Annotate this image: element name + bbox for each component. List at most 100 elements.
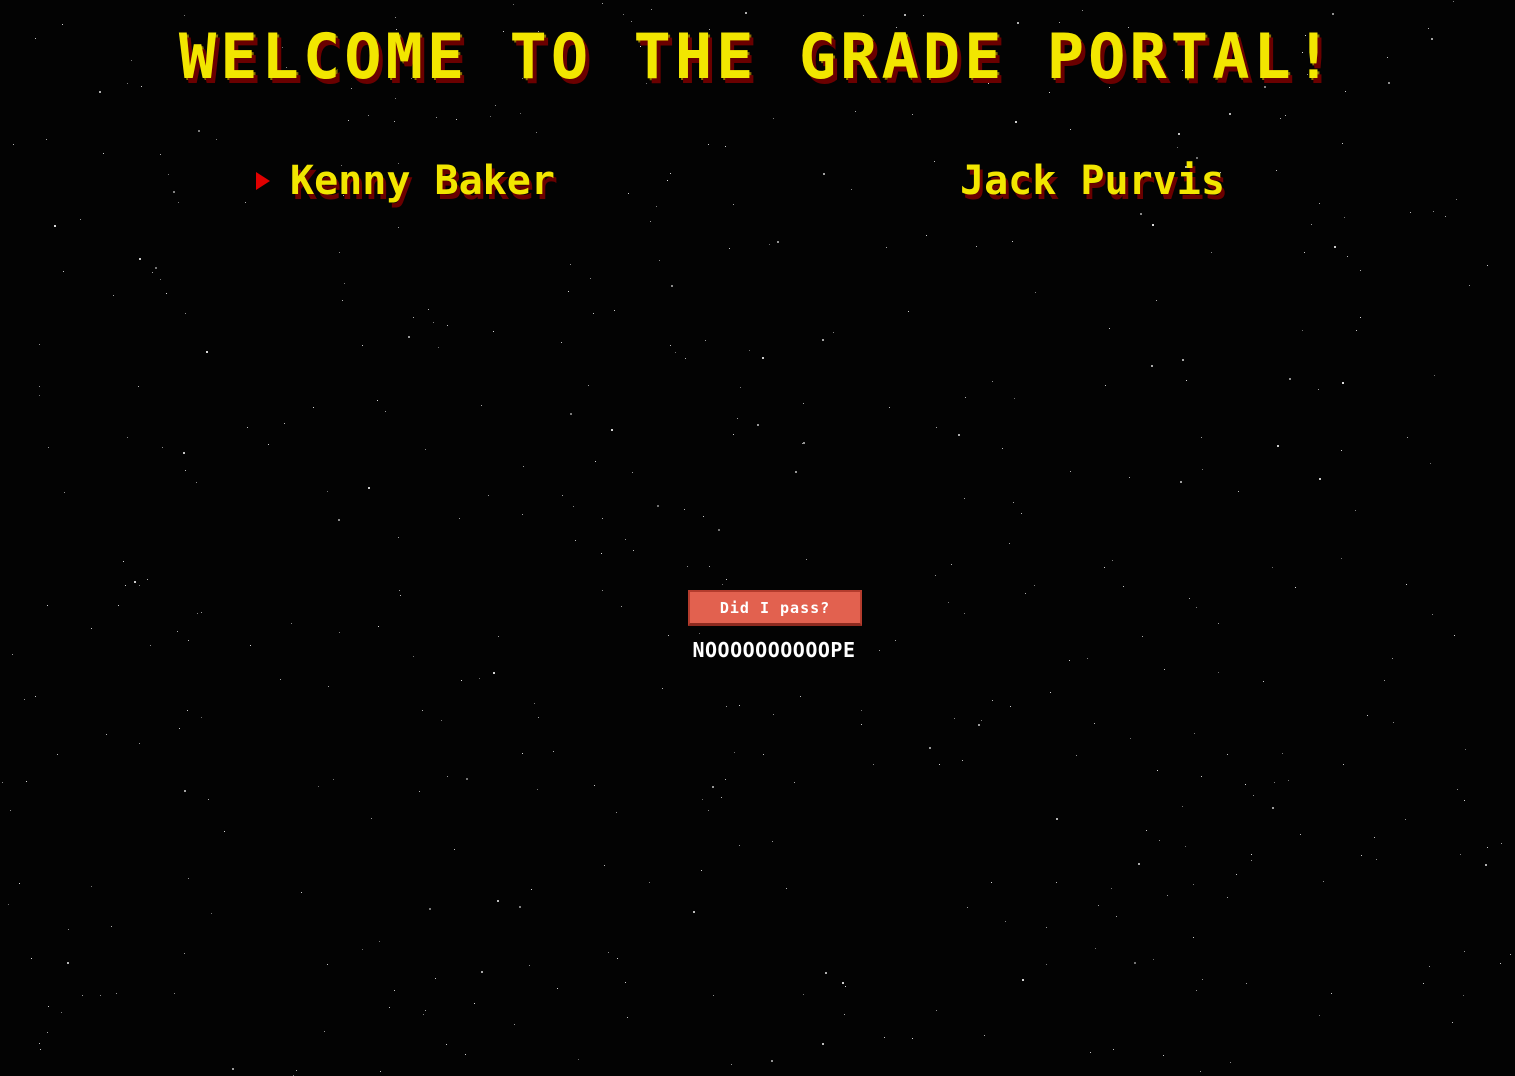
star: [1111, 888, 1112, 889]
star: [520, 113, 521, 114]
star: [1098, 905, 1099, 906]
star: [1405, 819, 1406, 820]
star: [116, 993, 117, 994]
star: [68, 929, 69, 930]
star: [617, 958, 618, 959]
star: [667, 180, 668, 181]
star: [1151, 365, 1153, 367]
star: [657, 505, 659, 507]
star: [1423, 983, 1424, 984]
star: [1452, 1022, 1453, 1023]
star: [964, 498, 965, 499]
star: [216, 139, 217, 140]
star: [588, 385, 589, 386]
star: [884, 1037, 885, 1038]
star: [1288, 780, 1289, 781]
star: [803, 403, 804, 404]
star: [650, 221, 651, 222]
star: [825, 972, 827, 974]
star: [1289, 378, 1291, 380]
star: [745, 12, 747, 14]
star: [1457, 789, 1458, 790]
star: [385, 411, 386, 412]
star: [771, 1060, 773, 1062]
star: [954, 718, 955, 719]
star: [1485, 864, 1487, 866]
star: [685, 358, 686, 359]
star: [861, 724, 862, 725]
star: [1227, 754, 1228, 755]
star: [201, 612, 202, 613]
star: [1456, 199, 1457, 200]
star: [861, 710, 862, 711]
star: [91, 628, 92, 629]
star: [1105, 385, 1106, 386]
star: [851, 189, 852, 190]
star: [1407, 437, 1408, 438]
star: [296, 1070, 297, 1071]
star: [1025, 593, 1026, 594]
star: [1152, 224, 1154, 226]
star: [712, 786, 714, 788]
star: [936, 1010, 937, 1011]
star: [1138, 863, 1140, 865]
star: [398, 227, 399, 228]
star: [984, 1035, 985, 1036]
star: [339, 252, 340, 253]
star: [1218, 672, 1219, 673]
star: [1361, 855, 1362, 856]
star: [1360, 270, 1361, 271]
star: [519, 906, 521, 908]
star: [1163, 1055, 1164, 1056]
star: [268, 444, 269, 445]
star: [670, 173, 671, 174]
star: [1342, 143, 1343, 144]
did-i-pass-button[interactable]: Did I pass?: [688, 590, 862, 626]
star: [939, 764, 940, 765]
star: [749, 350, 750, 351]
student-option-kenny-baker[interactable]: Kenny Baker: [290, 158, 555, 204]
star: [722, 584, 723, 585]
star: [951, 564, 952, 565]
student-option-jack-purvis[interactable]: Jack Purvis: [960, 158, 1225, 204]
star: [425, 449, 426, 450]
star: [803, 994, 804, 995]
star: [19, 883, 20, 884]
result-message: NOOOOOOOOOOPE: [692, 638, 856, 662]
star: [1300, 834, 1301, 835]
star: [428, 309, 429, 310]
star: [733, 434, 734, 435]
star: [1384, 680, 1385, 681]
star: [1334, 246, 1336, 248]
star: [1116, 916, 1117, 917]
star: [1177, 147, 1178, 148]
star: [822, 339, 824, 341]
star: [35, 696, 36, 697]
star: [313, 407, 314, 408]
star: [113, 295, 114, 296]
star: [111, 926, 112, 927]
star: [595, 461, 596, 462]
star: [1295, 587, 1296, 588]
star: [1367, 715, 1368, 716]
star: [106, 734, 107, 735]
star: [1180, 481, 1182, 483]
star: [206, 351, 208, 353]
star: [513, 4, 514, 5]
star: [1454, 635, 1455, 636]
star: [1236, 874, 1237, 875]
star: [67, 962, 69, 964]
star: [1002, 448, 1003, 449]
star: [1410, 212, 1411, 213]
star: [1034, 585, 1035, 586]
star: [1453, 1, 1454, 2]
star: [844, 1014, 845, 1015]
star: [1022, 979, 1024, 981]
star: [378, 626, 379, 627]
star: [26, 781, 27, 782]
star: [1487, 265, 1488, 266]
star: [531, 889, 532, 890]
star: [1182, 806, 1183, 807]
star: [575, 540, 576, 541]
star: [123, 561, 124, 562]
